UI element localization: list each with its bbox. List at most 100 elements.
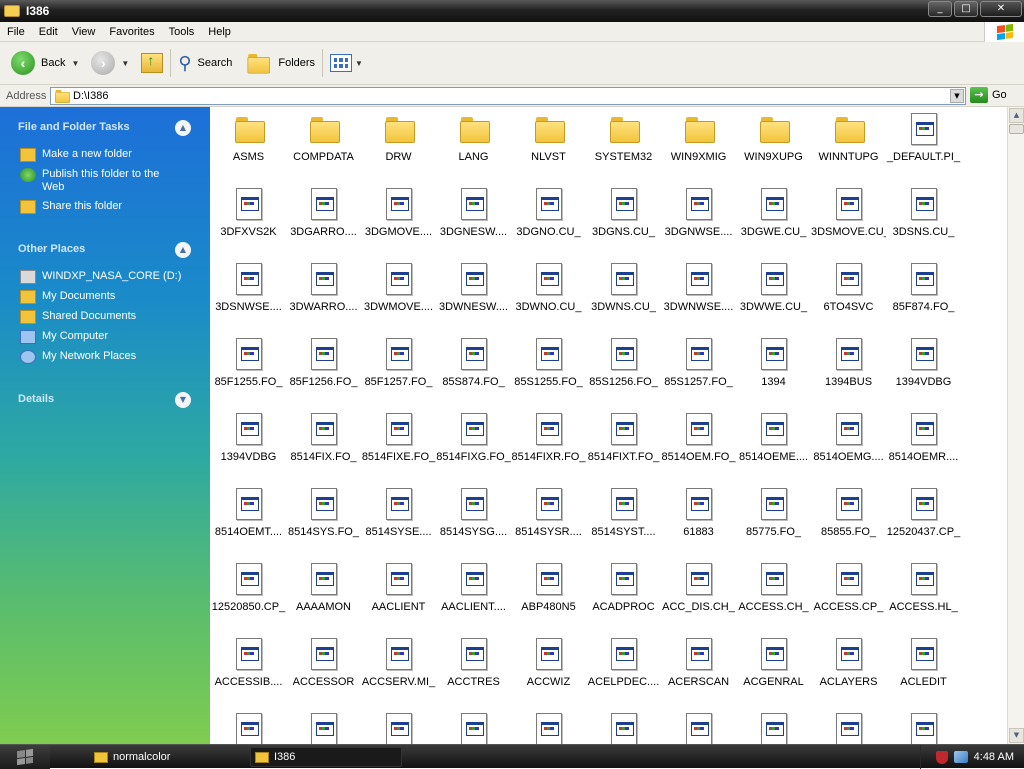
network-icon[interactable]	[953, 751, 968, 763]
file-item[interactable]: 85S1256.FO_	[586, 332, 661, 407]
place-my-documents[interactable]: My Documents	[20, 290, 200, 304]
folder-item[interactable]: WIN9XUPG	[736, 107, 811, 182]
taskbar-item-normalcolor[interactable]: normalcolor	[90, 747, 240, 767]
menu-view[interactable]: View	[65, 26, 103, 38]
folder-item[interactable]: WINNTUPG	[811, 107, 886, 182]
folders-button[interactable]: Folders	[241, 48, 318, 78]
file-item[interactable]: 6TO4SVC	[811, 257, 886, 332]
menu-file[interactable]: File	[0, 26, 32, 38]
file-item[interactable]: _DEFAULT.PI_	[886, 107, 961, 182]
file-item[interactable]: ACCESSIB....	[211, 632, 286, 707]
title-bar[interactable]: I386 _ □ ✕	[0, 0, 1024, 22]
file-item[interactable]: 8514OEMT....	[211, 482, 286, 557]
vertical-scrollbar[interactable]: ▲ ▼	[1007, 107, 1024, 744]
file-item[interactable]: 3DGNO.CU_	[511, 182, 586, 257]
file-item[interactable]: ACLEDIT	[886, 632, 961, 707]
file-item[interactable]: 3DWNWSE....	[661, 257, 736, 332]
file-item[interactable]: ACGENRAL	[736, 632, 811, 707]
file-item[interactable]: 3DWNS.CU_	[586, 257, 661, 332]
file-item[interactable]: 8514SYSE....	[361, 482, 436, 557]
address-input[interactable]: D:\I386 ▼	[50, 87, 966, 105]
file-item[interactable]: 3DSNS.CU_	[886, 182, 961, 257]
file-item[interactable]: 8514OEME....	[736, 407, 811, 482]
file-item[interactable]	[211, 707, 286, 744]
file-item[interactable]: 1394VDBG	[211, 407, 286, 482]
file-item[interactable]: 8514OEM.FO_	[661, 407, 736, 482]
file-item[interactable]: 3DWWE.CU_	[736, 257, 811, 332]
file-item[interactable]: ACLAYERS	[811, 632, 886, 707]
minimize-button[interactable]: _	[928, 1, 952, 17]
file-item[interactable]: ACERSCAN	[661, 632, 736, 707]
menu-favorites[interactable]: Favorites	[102, 26, 161, 38]
chevron-down-icon[interactable]: ▼	[950, 89, 964, 103]
file-item[interactable]: AACLIENT	[361, 557, 436, 632]
file-item[interactable]: 85775.FO_	[736, 482, 811, 557]
file-item[interactable]: ABP480N5	[511, 557, 586, 632]
chevron-down-icon[interactable]: ▼	[355, 59, 363, 68]
expand-chevron-icon[interactable]: ▼	[175, 392, 191, 408]
file-item[interactable]: ACCWIZ	[511, 632, 586, 707]
file-item[interactable]: AACLIENT....	[436, 557, 511, 632]
file-item[interactable]: 3DWARRO....	[286, 257, 361, 332]
place-shared-documents[interactable]: Shared Documents	[20, 310, 200, 324]
share-folder-link[interactable]: Share this folder	[20, 200, 200, 214]
start-button[interactable]	[0, 745, 50, 769]
taskbar-item-i386[interactable]: I386	[250, 747, 402, 767]
publish-web-link[interactable]: Publish this folder to the Web	[20, 168, 200, 194]
folder-item[interactable]: ASMS	[211, 107, 286, 182]
file-item[interactable]: 61883	[661, 482, 736, 557]
file-item[interactable]: 85F1255.FO_	[211, 332, 286, 407]
file-item[interactable]: ACC_DIS.CH_	[661, 557, 736, 632]
file-item[interactable]: 85S1257.FO_	[661, 332, 736, 407]
scroll-down-arrow-icon[interactable]: ▼	[1009, 728, 1024, 743]
place-my-computer[interactable]: My Computer	[20, 330, 200, 344]
folder-item[interactable]: NLVST	[511, 107, 586, 182]
file-item[interactable]: 85S1255.FO_	[511, 332, 586, 407]
other-places-heading[interactable]: Other Places	[18, 243, 85, 255]
views-button[interactable]: ▼	[327, 48, 366, 78]
folder-item[interactable]: LANG	[436, 107, 511, 182]
menu-help[interactable]: Help	[201, 26, 238, 38]
file-item[interactable]: 3DWNO.CU_	[511, 257, 586, 332]
file-item[interactable]: 85F1256.FO_	[286, 332, 361, 407]
folder-item[interactable]: DRW	[361, 107, 436, 182]
file-item[interactable]: 85F1257.FO_	[361, 332, 436, 407]
file-item[interactable]	[811, 707, 886, 744]
file-item[interactable]: 3DGMOVE....	[361, 182, 436, 257]
place-drive-d[interactable]: WINDXP_NASA_CORE (D:)	[20, 270, 200, 284]
file-item[interactable]: ACCESS.CP_	[811, 557, 886, 632]
file-item[interactable]: 3DSMOVE.CU_	[811, 182, 886, 257]
go-button[interactable]: → Go	[970, 87, 1007, 103]
chevron-down-icon[interactable]: ▼	[121, 59, 129, 68]
details-heading[interactable]: Details	[18, 393, 54, 405]
file-item[interactable]: ACELPDEC....	[586, 632, 661, 707]
file-item[interactable]: 3DWMOVE....	[361, 257, 436, 332]
file-item[interactable]	[361, 707, 436, 744]
file-item[interactable]: 85855.FO_	[811, 482, 886, 557]
file-item[interactable]: 12520437.CP_	[886, 482, 961, 557]
file-item[interactable]: ACCESS.CH_	[736, 557, 811, 632]
file-item[interactable]: ACCTRES	[436, 632, 511, 707]
file-item[interactable]	[736, 707, 811, 744]
scroll-thumb[interactable]	[1009, 124, 1024, 134]
search-button[interactable]: ⚲ Search	[175, 48, 235, 78]
file-item[interactable]	[286, 707, 361, 744]
file-item[interactable]	[586, 707, 661, 744]
file-item[interactable]	[661, 707, 736, 744]
file-item[interactable]: 3DFXVS2K	[211, 182, 286, 257]
file-item[interactable]: 3DGWE.CU_	[736, 182, 811, 257]
file-item[interactable]: 8514SYS.FO_	[286, 482, 361, 557]
file-item[interactable]: 1394	[736, 332, 811, 407]
file-item[interactable]: 8514FIX.FO_	[286, 407, 361, 482]
file-item[interactable]: AAAAMON	[286, 557, 361, 632]
clock[interactable]: 4:48 AM	[974, 751, 1014, 763]
place-network[interactable]: My Network Places	[20, 350, 200, 364]
file-item[interactable]: 85S874.FO_	[436, 332, 511, 407]
collapse-chevron-icon[interactable]: ▲	[175, 242, 191, 258]
file-item[interactable]: 8514FIXG.FO_	[436, 407, 511, 482]
forward-button[interactable]: › ▼	[88, 48, 132, 78]
back-button[interactable]: ‹ Back ▼	[8, 48, 82, 78]
file-item[interactable]: ACADPROC	[586, 557, 661, 632]
file-item[interactable]: 8514FIXE.FO_	[361, 407, 436, 482]
file-item[interactable]: 8514FIXT.FO_	[586, 407, 661, 482]
